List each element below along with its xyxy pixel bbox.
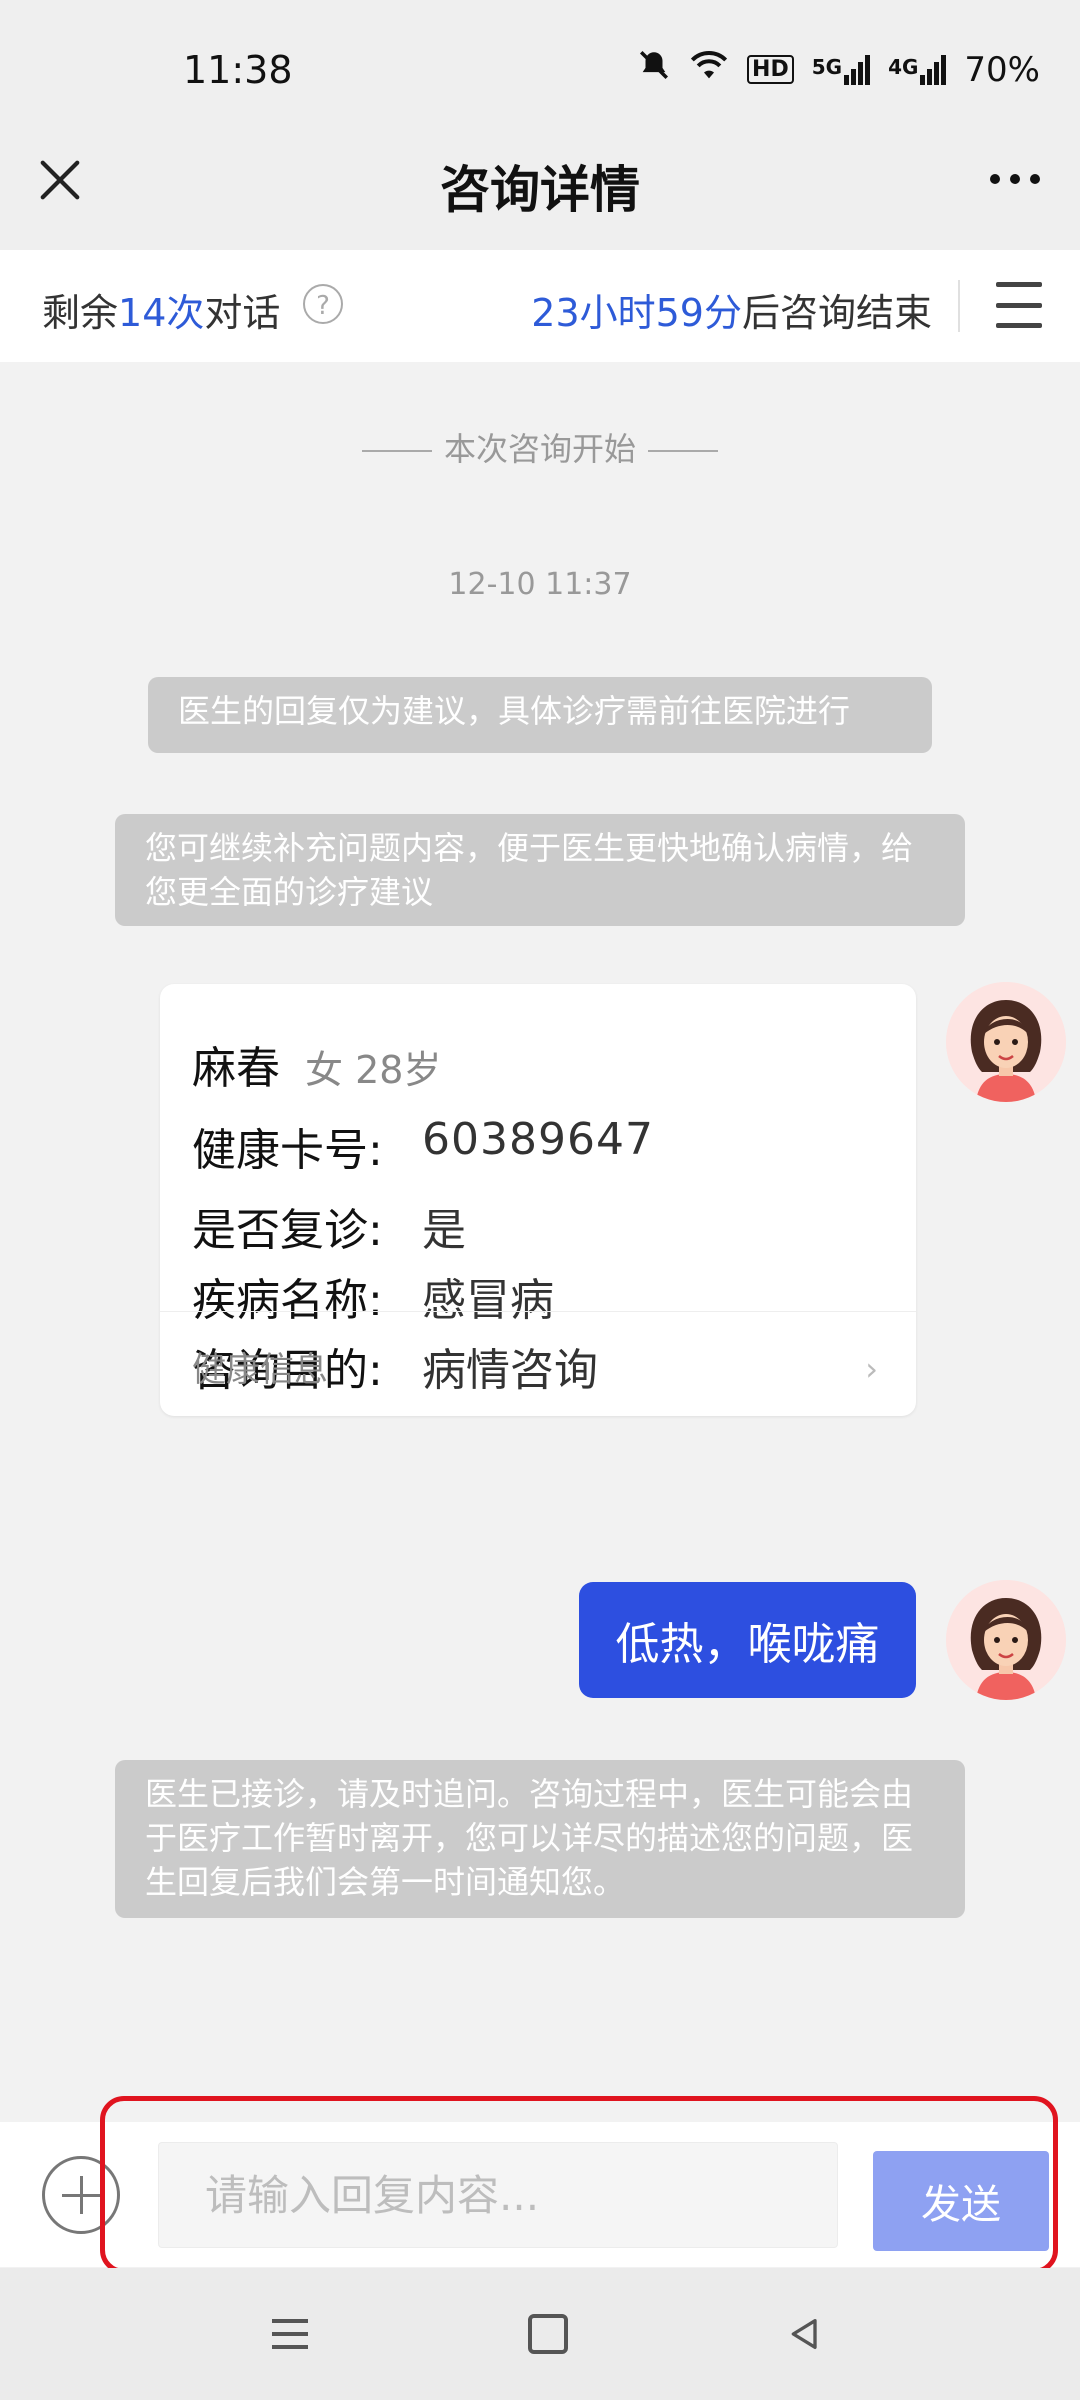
consult-start-text: 本次咨询开始: [443, 430, 636, 468]
status-bar: 11:38 HD 5G 4G 70%: [0, 0, 1080, 140]
system-notice: 医生已接诊，请及时追问。咨询过程中，医生可能会由于医疗工作暂时离开，您可以详尽的…: [115, 1760, 965, 1918]
signal-4g-label: 4G: [888, 54, 919, 79]
timer-suffix: 后咨询结束: [741, 291, 932, 335]
system-notice: 您可继续补充问题内容，便于医生更快地确认病情，给您更全面的诊疗建议: [115, 814, 965, 926]
chevron-right-icon: ›: [865, 1350, 878, 1388]
avatar-icon: [946, 1580, 1066, 1700]
row-value: 60389647: [422, 1114, 654, 1165]
avatar: [946, 1580, 1066, 1700]
chat-area[interactable]: 本次咨询开始 12-10 11:37 医生的回复仅为建议，具体诊疗需前往医院进行…: [0, 362, 1080, 1945]
message-timestamp: 12-10 11:37: [448, 567, 632, 602]
battery-percent: 70%: [964, 49, 1040, 90]
remaining-prefix: 剩余: [42, 291, 119, 335]
divider: [958, 280, 960, 332]
reply-bar: 发送: [0, 2122, 1080, 2267]
page-title: 咨询详情: [440, 161, 640, 219]
reply-input[interactable]: [158, 2142, 838, 2248]
card-row-health-card: 健康卡号: 60389647: [192, 1114, 653, 1178]
patient-name: 麻春: [192, 1043, 280, 1094]
more-button[interactable]: [980, 154, 1050, 204]
send-button[interactable]: 发送: [873, 2151, 1049, 2251]
status-time: 11:38: [183, 48, 293, 92]
system-nav-bar: [0, 2268, 1080, 2400]
wifi-icon: [689, 49, 729, 90]
signal-4g-icon: 4G: [888, 54, 947, 85]
more-icon: [990, 174, 1000, 184]
timer-value: 23小时59分: [531, 291, 742, 335]
consult-info-bar: 剩余14次对话 ? 23小时59分后咨询结束: [0, 250, 1080, 363]
nav-back-icon[interactable]: [775, 2304, 835, 2364]
remaining-count: 剩余14次对话: [42, 282, 280, 337]
system-notice: 医生的回复仅为建议，具体诊疗需前往医院进行: [148, 677, 932, 753]
avatar: [946, 982, 1066, 1102]
signal-5g-label: 5G: [811, 54, 843, 79]
patient-gender-age: 女 28岁: [305, 1048, 442, 1092]
remaining-suffix: 对话: [204, 291, 281, 335]
nav-home-icon[interactable]: [518, 2304, 578, 2364]
menu-icon[interactable]: [996, 282, 1042, 328]
row-label: 健康卡号:: [192, 1125, 383, 1176]
row-label: 是否复诊:: [192, 1205, 383, 1256]
consult-timer: 23小时59分后咨询结束: [531, 282, 932, 337]
consult-start-line: 本次咨询开始: [0, 424, 1080, 470]
plus-icon[interactable]: [42, 2156, 120, 2234]
more-icon-dot: [1030, 174, 1040, 184]
more-icon-dot: [1010, 174, 1020, 184]
card-row-revisit: 是否复诊: 是: [192, 1194, 466, 1258]
avatar-icon: [946, 982, 1066, 1102]
health-info-link[interactable]: 健康信息 ›: [160, 1311, 916, 1416]
status-icons: HD 5G 4G 70%: [637, 48, 1040, 91]
mute-bell-icon: [637, 48, 671, 91]
patient-info-card[interactable]: 麻春 女 28岁 健康卡号: 60389647 是否复诊: 是 疾病名称: 感冒…: [160, 984, 916, 1416]
nav-menu-icon[interactable]: [260, 2304, 320, 2364]
row-value: 是: [422, 1205, 466, 1256]
health-info-label: 健康信息: [192, 1350, 328, 1390]
signal-5g-icon: 5G: [811, 54, 871, 85]
hd-badge: HD: [747, 55, 794, 84]
user-message-bubble[interactable]: 低热，喉咙痛: [579, 1582, 916, 1698]
header: 咨询详情: [0, 140, 1080, 250]
remaining-number: 14次: [118, 291, 205, 335]
help-icon[interactable]: ?: [303, 284, 343, 324]
